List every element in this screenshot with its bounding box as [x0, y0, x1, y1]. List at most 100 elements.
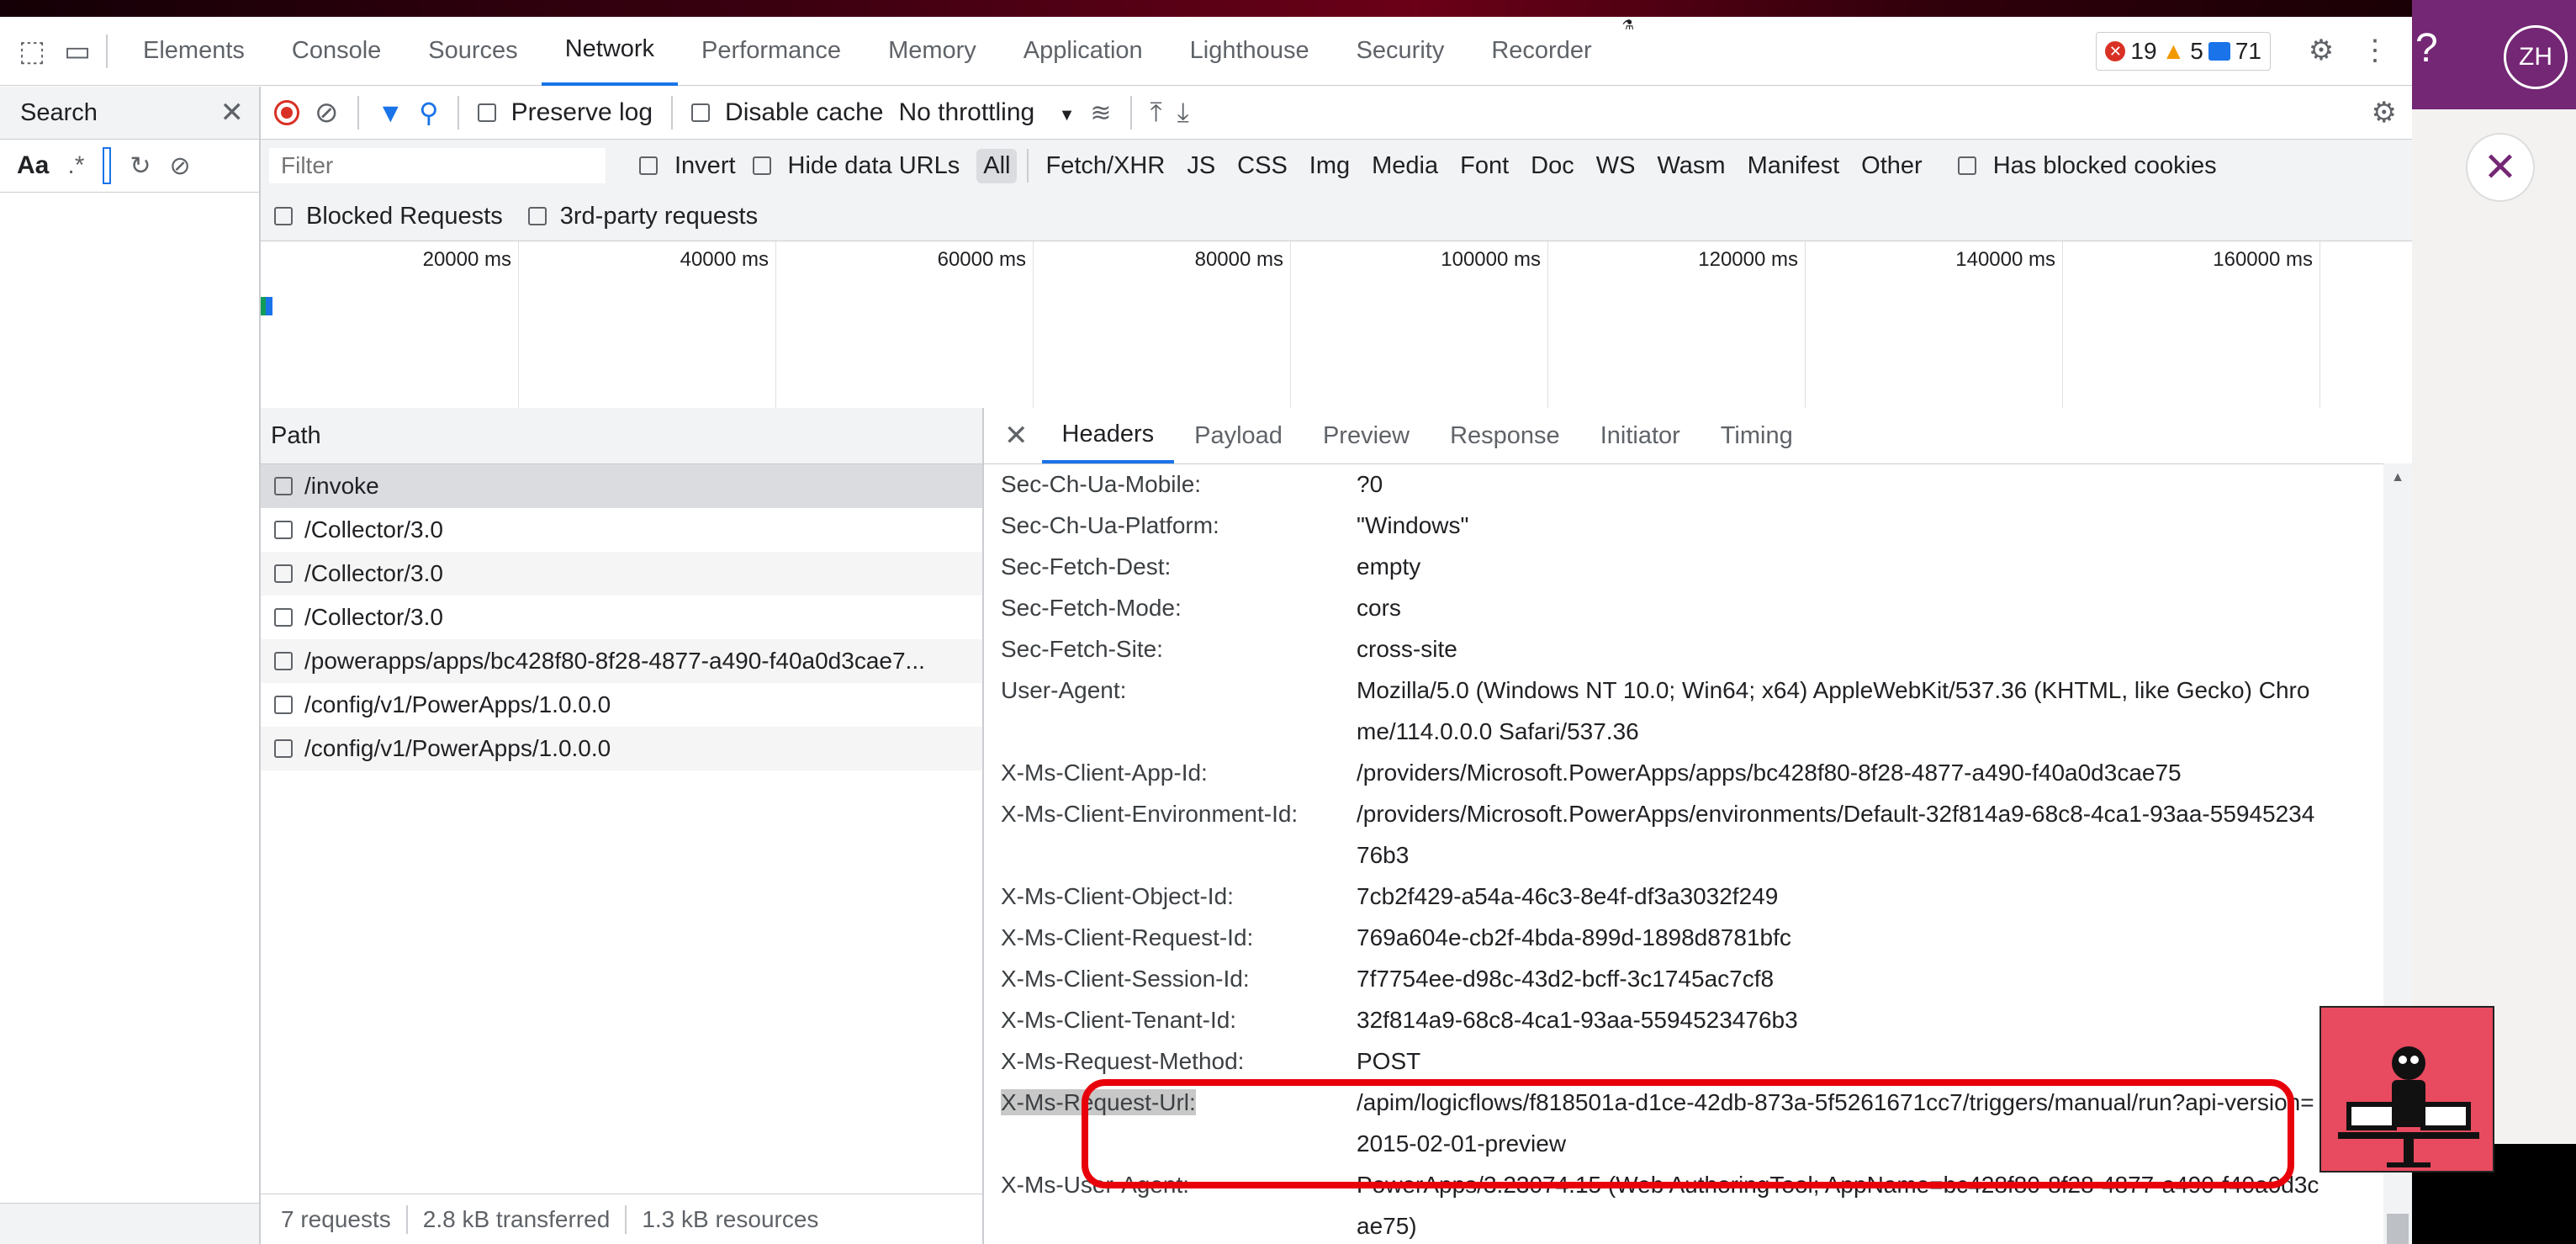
scrollbar-thumb[interactable] — [2387, 1214, 2409, 1244]
network-overview-timeline[interactable]: 20000 ms 40000 ms 60000 ms 80000 ms 100000 m… — [261, 241, 2412, 410]
blocked-requests-checkbox[interactable] — [274, 207, 293, 225]
has-blocked-cookies-checkbox[interactable] — [1957, 156, 1976, 175]
import-har-icon[interactable]: ⤒ — [1150, 97, 1162, 129]
tab-network[interactable]: Network — [541, 17, 679, 86]
warning-count: 5 — [2190, 38, 2203, 64]
network-panel: ⊘ ▼ ⚲ Preserve log Disable cache No thro… — [261, 87, 2412, 1244]
header-row: Sec-Ch-Ua-Mobile: ?0 — [984, 463, 2363, 505]
third-party-checkbox[interactable] — [527, 207, 547, 225]
request-row[interactable]: /Collector/3.0 — [261, 596, 982, 639]
tab-console[interactable]: Console — [268, 17, 405, 86]
search-input[interactable] — [103, 147, 112, 184]
disable-cache-checkbox[interactable] — [691, 103, 711, 122]
filter-input[interactable] — [269, 148, 606, 183]
detail-tab-preview[interactable]: Preview — [1303, 408, 1430, 463]
type-filter-ws[interactable]: WS — [1590, 149, 1642, 183]
inspect-element-icon[interactable]: ⬚ — [15, 34, 49, 68]
network-conditions-icon[interactable]: ≋ — [1090, 98, 1111, 128]
type-filter-doc[interactable]: Doc — [1524, 149, 1581, 183]
type-filter-other[interactable]: Other — [1854, 149, 1929, 183]
filter-bar: Invert Hide data URLs All Fetch/XHRJSCSS I… — [261, 140, 2412, 192]
type-filter-js[interactable]: JS — [1180, 149, 1222, 183]
export-har-icon[interactable]: ⤓ — [1177, 97, 1189, 129]
tab-memory[interactable]: Memory — [865, 17, 1000, 86]
detail-tab-initiator[interactable]: Initiator — [1580, 408, 1701, 463]
detail-tab-payload[interactable]: Payload — [1174, 408, 1303, 463]
header-row: X-Ms-Request-Method: POST — [984, 1040, 2363, 1082]
request-row[interactable]: /config/v1/PowerApps/1.0.0.0 — [261, 683, 982, 727]
tab-elements[interactable]: Elements — [119, 17, 268, 86]
header-name: Sec-Fetch-Mode: — [984, 587, 1357, 628]
detail-tab-headers[interactable]: Headers — [1041, 408, 1175, 463]
more-options-icon[interactable]: ⋮ — [2358, 34, 2392, 67]
close-icon[interactable]: ✕ — [2466, 133, 2535, 202]
clear-icon[interactable]: ⊘ — [315, 96, 339, 130]
request-list: Path /invoke/Collector/3.0/Collector/3.0… — [261, 408, 984, 1244]
close-search-icon[interactable]: ✕ — [220, 96, 245, 130]
divider — [357, 96, 359, 130]
chevron-down-icon: ▼ — [1058, 106, 1076, 124]
detail-tab-response[interactable]: Response — [1430, 408, 1580, 463]
clear-search-icon[interactable]: ⊘ — [170, 151, 191, 181]
device-toolbar-icon[interactable]: ▭ — [61, 34, 94, 68]
close-details-icon[interactable]: ✕ — [984, 419, 1042, 453]
filter-bar-secondary: Blocked Requests 3rd-party requests — [261, 192, 2412, 241]
header-value: /providers/Microsoft.PowerApps/apps/bc42… — [1357, 760, 2182, 786]
resources-size: 1.3 kB resources — [642, 1205, 819, 1232]
header-value: /providers/Microsoft.PowerApps/environme… — [1357, 801, 2315, 868]
issue-counters[interactable]: ✕ 19 ▲ 5 71 — [2096, 32, 2271, 71]
detail-tab-timing[interactable]: Timing — [1701, 408, 1813, 463]
settings-gear-icon[interactable]: ⚙ — [2304, 34, 2338, 67]
request-row[interactable]: /Collector/3.0 — [261, 552, 982, 596]
background-strip — [0, 0, 2576, 17]
request-row[interactable]: /config/v1/PowerApps/1.0.0.0 — [261, 727, 982, 770]
divider — [625, 1204, 627, 1234]
request-row[interactable]: /powerapps/apps/bc428f80-8f28-4877-a490-… — [261, 639, 982, 683]
divider — [671, 96, 674, 130]
request-row-checkbox — [274, 739, 293, 758]
refresh-icon[interactable]: ↻ — [130, 151, 151, 181]
request-count: 7 requests — [281, 1205, 391, 1232]
path-column-header[interactable]: Path — [261, 408, 982, 464]
record-icon[interactable] — [274, 100, 299, 125]
tab-recorder[interactable]: Recorder — [1468, 17, 1615, 86]
filter-icon[interactable]: ▼ — [378, 98, 405, 129]
tab-application[interactable]: Application — [1000, 17, 1166, 86]
preserve-log-checkbox[interactable] — [477, 103, 496, 122]
preserve-log-label: Preserve log — [510, 98, 653, 126]
request-row-checkbox — [274, 521, 293, 539]
header-value: "Windows" — [1357, 512, 1469, 538]
search-status-bar — [0, 1203, 259, 1244]
tab-sources[interactable]: Sources — [405, 17, 541, 86]
type-filter-fetchxhr[interactable]: Fetch/XHR — [1039, 149, 1172, 183]
type-filter-wasm[interactable]: Wasm — [1650, 149, 1732, 183]
regex-toggle[interactable]: .* — [67, 151, 84, 180]
request-row[interactable]: /Collector/3.0 — [261, 508, 982, 552]
hide-data-urls-checkbox[interactable] — [752, 156, 771, 175]
type-filter-media[interactable]: Media — [1365, 149, 1445, 183]
tab-performance[interactable]: Performance — [678, 17, 865, 86]
type-filter-css[interactable]: CSS — [1230, 149, 1294, 183]
header-name: X-Ms-Client-Object-Id: — [984, 876, 1357, 917]
request-row[interactable]: /invoke — [261, 464, 982, 508]
type-filter-img[interactable]: Img — [1303, 149, 1357, 183]
help-button[interactable]: ? — [2415, 25, 2438, 71]
match-case-toggle[interactable]: Aa — [17, 151, 49, 180]
request-path: /config/v1/PowerApps/1.0.0.0 — [304, 691, 611, 717]
hide-data-urls-label: Hide data URLs — [787, 151, 960, 179]
throttling-select[interactable]: No throttling ▼ — [898, 98, 1075, 127]
timeline-gridline — [518, 241, 519, 408]
search-icon[interactable]: ⚲ — [419, 97, 438, 129]
scroll-up-icon[interactable]: ▲ — [2383, 470, 2412, 485]
timeline-tick-label: 120000 ms — [1698, 248, 1798, 271]
type-filter-font[interactable]: Font — [1453, 149, 1515, 183]
tab-security[interactable]: Security — [1333, 17, 1468, 86]
header-name: X-Ms-Request-Method: — [984, 1040, 1357, 1082]
header-name-text: Sec-Ch-Ua-Platform: — [1001, 512, 1219, 538]
type-filter-all[interactable]: All — [976, 148, 1018, 183]
type-filter-manifest[interactable]: Manifest — [1741, 149, 1847, 183]
user-avatar[interactable]: ZH — [2504, 25, 2568, 89]
network-settings-icon[interactable]: ⚙ — [2372, 96, 2397, 130]
tab-lighthouse[interactable]: Lighthouse — [1166, 17, 1333, 86]
invert-checkbox[interactable] — [639, 156, 658, 175]
